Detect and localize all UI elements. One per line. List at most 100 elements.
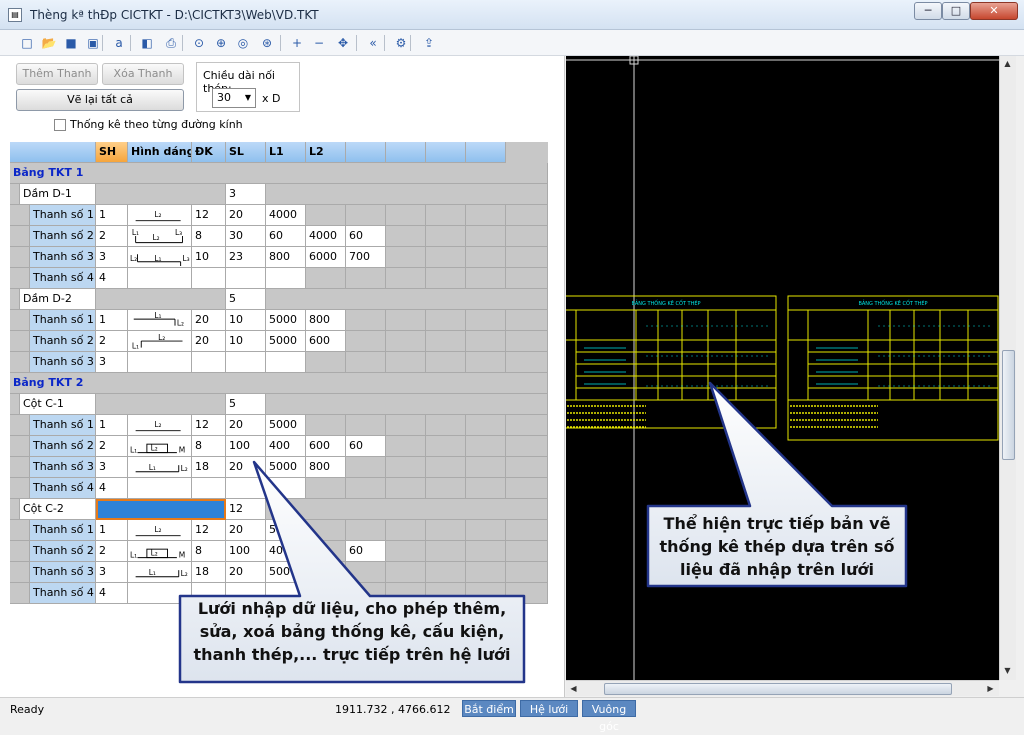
bar-shape-cell[interactable]: L₁ L₂ <box>128 331 192 352</box>
preview-icon[interactable]: ◧ <box>138 34 156 52</box>
bar-diameter-cell[interactable]: 12 <box>192 415 226 436</box>
bar-sh-cell[interactable]: 1 <box>96 520 128 541</box>
bar-shape-cell[interactable]: L₁ L₂ <box>128 457 192 478</box>
bar-sh-cell[interactable]: 3 <box>96 457 128 478</box>
bar-sh-cell[interactable]: 1 <box>96 205 128 226</box>
bar-diameter-cell[interactable]: 20 <box>192 310 226 331</box>
bar-l3-cell[interactable] <box>346 415 386 436</box>
zoom-previous-icon[interactable]: ◎ <box>234 34 252 52</box>
pan-icon[interactable]: ✥ <box>334 34 352 52</box>
bar-l2-cell[interactable]: 4000 <box>306 226 346 247</box>
bar-l2-cell[interactable] <box>306 205 346 226</box>
bar-name-cell[interactable]: Thanh số 3 <box>30 247 96 268</box>
bar-name-cell[interactable]: Thanh số 4 <box>30 268 96 289</box>
bar-name-cell[interactable]: Thanh số 1 <box>30 415 96 436</box>
bar-shape-cell[interactable]: L₁ L₂ <box>128 310 192 331</box>
table-group-row[interactable]: Bảng TKT 2 <box>10 373 548 394</box>
bar-quantity-cell[interactable]: 100 <box>226 541 266 562</box>
splice-length-select[interactable]: 30 ▼ <box>212 88 256 108</box>
bar-name-cell[interactable]: Thanh số 3 <box>30 457 96 478</box>
ortho-toggle[interactable]: Vuông góc <box>582 700 636 733</box>
bar-shape-cell[interactable]: L₂ <box>128 415 192 436</box>
bar-l2-cell[interactable] <box>306 352 346 373</box>
bar-l1-cell[interactable] <box>266 352 306 373</box>
bar-quantity-cell[interactable] <box>226 478 266 499</box>
zoom-out-icon[interactable]: − <box>310 34 328 52</box>
bar-quantity-cell[interactable]: 20 <box>226 205 266 226</box>
bar-l3-cell[interactable]: 700 <box>346 247 386 268</box>
bar-diameter-cell[interactable]: 12 <box>192 520 226 541</box>
save-as-icon[interactable]: ▣ <box>84 34 102 52</box>
bar-diameter-cell[interactable] <box>192 352 226 373</box>
member-name-cell[interactable]: Dầm D-1 <box>20 184 96 205</box>
bar-l1-cell[interactable]: 5000 <box>266 310 306 331</box>
vertical-scrollbar[interactable]: ▲ ▼ <box>999 56 1016 680</box>
member-quantity-cell[interactable]: 12 <box>226 499 266 520</box>
bar-l2-cell[interactable] <box>306 520 346 541</box>
bar-l3-cell[interactable] <box>346 520 386 541</box>
bar-quantity-cell[interactable]: 10 <box>226 310 266 331</box>
bar-shape-cell[interactable]: L₂ <box>128 520 192 541</box>
bar-diameter-cell[interactable]: 8 <box>192 226 226 247</box>
bar-l3-cell[interactable] <box>346 562 386 583</box>
horizontal-scroll-thumb[interactable] <box>604 683 952 695</box>
bar-l2-cell[interactable]: 600 <box>306 331 346 352</box>
bar-l2-cell[interactable] <box>306 562 346 583</box>
bar-l2-cell[interactable] <box>306 268 346 289</box>
bar-l1-cell[interactable]: 4000 <box>266 205 306 226</box>
bar-l3-cell[interactable]: 60 <box>346 541 386 562</box>
bar-shape-cell[interactable]: L₂ <box>128 205 192 226</box>
member-shape-cell[interactable] <box>96 394 226 415</box>
bar-sh-cell[interactable]: 2 <box>96 436 128 457</box>
column-header-extra-1[interactable] <box>346 142 386 163</box>
drawing-canvas[interactable]: BẢNG THỐNG KÊ CỐT THÉP BẢNG THỐNG KÊ CỐT … <box>566 56 999 680</box>
bar-quantity-cell[interactable]: 30 <box>226 226 266 247</box>
bar-l3-cell[interactable] <box>346 352 386 373</box>
bar-l2-cell[interactable] <box>306 415 346 436</box>
column-header-extra-4[interactable] <box>466 142 506 163</box>
bar-shape-cell[interactable]: L₂ L₁ L₃ <box>128 247 192 268</box>
save-icon[interactable]: ■ <box>62 34 80 52</box>
bar-l2-cell[interactable] <box>306 478 346 499</box>
bar-sh-cell[interactable]: 4 <box>96 478 128 499</box>
bar-sh-cell[interactable]: 2 <box>96 226 128 247</box>
bar-name-cell[interactable]: Thanh số 2 <box>30 331 96 352</box>
bar-name-cell[interactable]: Thanh số 1 <box>30 310 96 331</box>
bar-sh-cell[interactable]: 3 <box>96 352 128 373</box>
snap-toggle[interactable]: Bắt điểm <box>462 700 516 717</box>
bar-shape-cell[interactable]: L₁ L₂ <box>128 562 192 583</box>
bar-l1-cell[interactable]: 500 <box>266 520 306 541</box>
bar-sh-cell[interactable]: 1 <box>96 310 128 331</box>
bar-l3-cell[interactable] <box>346 205 386 226</box>
bar-shape-cell[interactable]: L₁ L₂ M <box>128 541 192 562</box>
bar-l1-cell[interactable]: 400 <box>266 541 306 562</box>
open-folder-icon[interactable]: 📂 <box>40 34 58 52</box>
bar-l3-cell[interactable] <box>346 310 386 331</box>
bar-l3-cell[interactable]: 60 <box>346 226 386 247</box>
bar-sh-cell[interactable]: 1 <box>96 415 128 436</box>
bar-quantity-cell[interactable]: 10 <box>226 331 266 352</box>
member-name-cell[interactable]: Cột C-2 <box>20 499 96 520</box>
settings-icon[interactable]: ⚙ <box>392 34 410 52</box>
bar-quantity-cell[interactable]: 20 <box>226 415 266 436</box>
bar-diameter-cell[interactable]: 18 <box>192 457 226 478</box>
bar-l1-cell[interactable]: 400 <box>266 436 306 457</box>
column-header-shape[interactable]: Hình dáng <box>128 142 192 163</box>
bar-name-cell[interactable]: Thanh số 4 <box>30 583 96 604</box>
add-bar-button[interactable]: Thêm Thanh <box>16 63 98 85</box>
data-grid[interactable]: SH Hình dáng ĐK SL L1 L2 Bảng TKT 1 Dầm D-1 3 Tha… <box>10 142 548 604</box>
member-name-cell[interactable]: Dầm D-2 <box>20 289 96 310</box>
font-icon[interactable]: a <box>110 34 128 52</box>
double-chevron-left-icon[interactable]: « <box>364 34 382 52</box>
scroll-left-icon[interactable]: ◀ <box>566 681 581 696</box>
bar-quantity-cell[interactable]: 20 <box>226 520 266 541</box>
column-header-l1[interactable]: L1 <box>266 142 306 163</box>
bar-name-cell[interactable]: Thanh số 2 <box>30 541 96 562</box>
zoom-extents-icon[interactable]: ⊛ <box>258 34 276 52</box>
bar-sh-cell[interactable]: 3 <box>96 562 128 583</box>
member-shape-cell[interactable] <box>96 499 226 520</box>
zoom-in-icon[interactable]: + <box>288 34 306 52</box>
bar-l2-cell[interactable]: 800 <box>306 310 346 331</box>
bar-name-cell[interactable]: Thanh số 4 <box>30 478 96 499</box>
scroll-down-icon[interactable]: ▼ <box>1000 663 1015 678</box>
